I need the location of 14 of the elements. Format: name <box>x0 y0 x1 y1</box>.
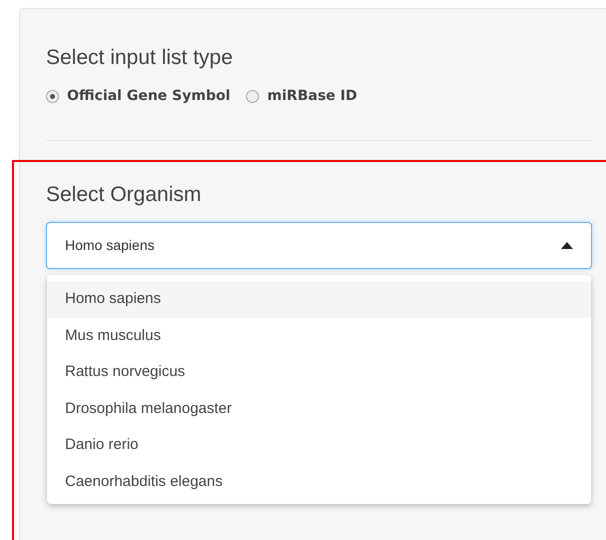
radio-label[interactable]: miRBase ID <box>267 86 358 108</box>
dropdown-option[interactable]: Rattus norvegicus <box>47 354 591 391</box>
dropdown-option[interactable]: Danio rerio <box>47 427 591 464</box>
dropdown-option[interactable]: Mus musculus <box>47 318 591 354</box>
select-field[interactable]: Homo sapiens <box>46 222 592 270</box>
dropdown-option[interactable]: Homo sapiens <box>47 281 591 318</box>
radio-button[interactable] <box>46 90 59 104</box>
dropdown-option[interactable]: Drosophila melanogaster <box>47 390 591 428</box>
section-heading: Select Organism <box>46 182 202 208</box>
radio-label[interactable]: Official Gene Symbol <box>67 86 230 108</box>
dropdown-option[interactable]: Caenorhabditis elegans <box>47 464 591 500</box>
radio-button[interactable] <box>246 90 260 104</box>
section-heading: Select input list type <box>46 45 234 70</box>
caret-icon <box>561 242 573 250</box>
